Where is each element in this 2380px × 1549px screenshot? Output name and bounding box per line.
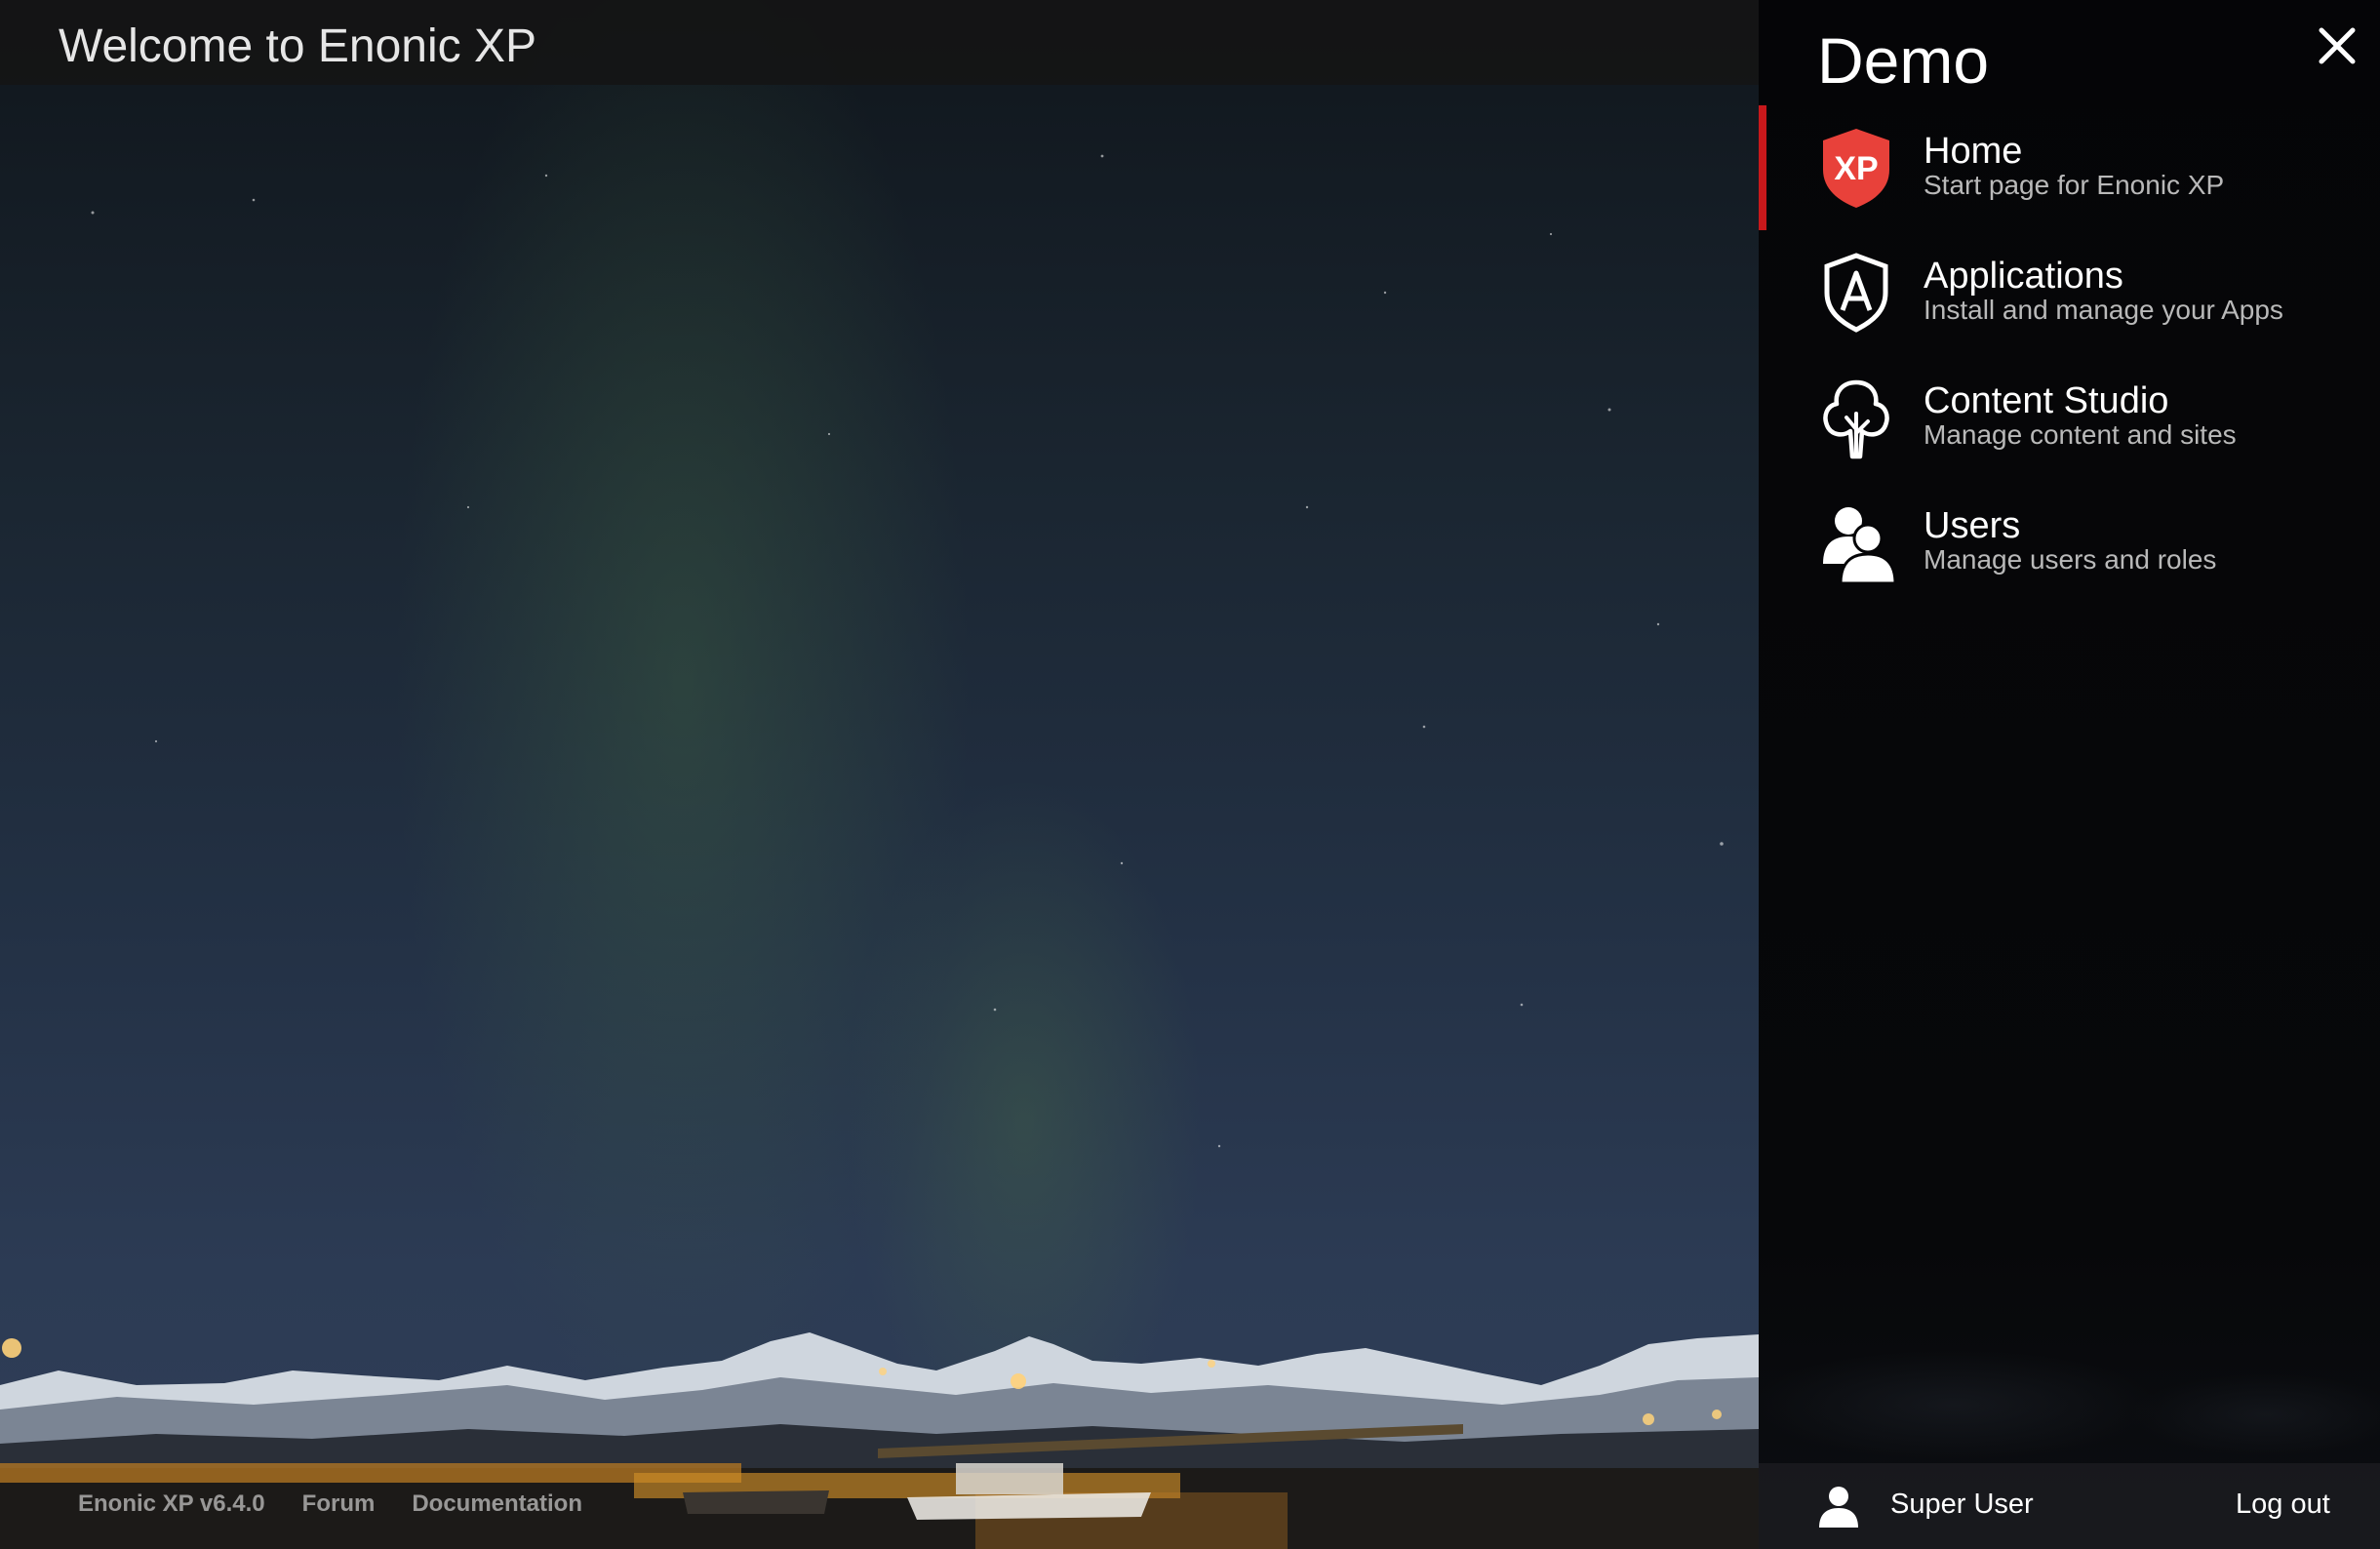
user-icon: [1819, 1487, 1858, 1528]
app-name: Applications: [1924, 256, 2123, 297]
logout-button[interactable]: Log out: [2236, 1489, 2330, 1521]
app-description: Manage users and roles: [1924, 544, 2217, 575]
tree-icon: [1823, 379, 1889, 459]
xp-logo-icon: XP: [1823, 129, 1889, 208]
app-item-home[interactable]: XP Home Start page for Enonic XP: [1759, 105, 2380, 230]
app-description: Manage content and sites: [1924, 419, 2237, 450]
panel-background: [1759, 1268, 2380, 1483]
svg-text:XP: XP: [1834, 150, 1878, 187]
app-name: Users: [1924, 505, 2021, 546]
app-name: Home: [1924, 131, 2023, 172]
app-description: Install and manage your Apps: [1924, 295, 2283, 325]
applications-icon: [1824, 253, 1888, 333]
top-bar: Welcome to Enonic XP: [0, 0, 1759, 85]
close-button[interactable]: [2313, 21, 2361, 70]
user-bar: Super User Log out: [1759, 1463, 2380, 1549]
footer-links: Enonic XP v6.4.0 Forum Documentation: [78, 1490, 582, 1518]
close-icon: [2319, 27, 2356, 64]
app-name: Content Studio: [1924, 380, 2169, 421]
launcher-title: Demo: [1817, 24, 1990, 97]
welcome-title: Welcome to Enonic XP: [59, 20, 537, 72]
background-photo: Welcome to Enonic XP Enonic XP v6.4.0 Fo…: [0, 0, 1759, 1549]
landscape-illustration: [0, 154, 1759, 1549]
app-item-applications[interactable]: Applications Install and manage your App…: [1759, 230, 2380, 355]
user-name: Super User: [1890, 1489, 2034, 1520]
documentation-link[interactable]: Documentation: [412, 1490, 582, 1518]
app-item-users[interactable]: Users Manage users and roles: [1759, 480, 2380, 605]
launcher-panel: Demo XP Home Start page for Enonic XP Ap…: [1759, 0, 2380, 1549]
app-list: XP Home Start page for Enonic XP Applica…: [1759, 105, 2380, 605]
app-item-content-studio[interactable]: Content Studio Manage content and sites: [1759, 355, 2380, 480]
forum-link[interactable]: Forum: [302, 1490, 376, 1518]
version-link[interactable]: Enonic XP v6.4.0: [78, 1490, 265, 1518]
app-description: Start page for Enonic XP: [1924, 170, 2225, 200]
users-icon: [1823, 507, 1897, 585]
